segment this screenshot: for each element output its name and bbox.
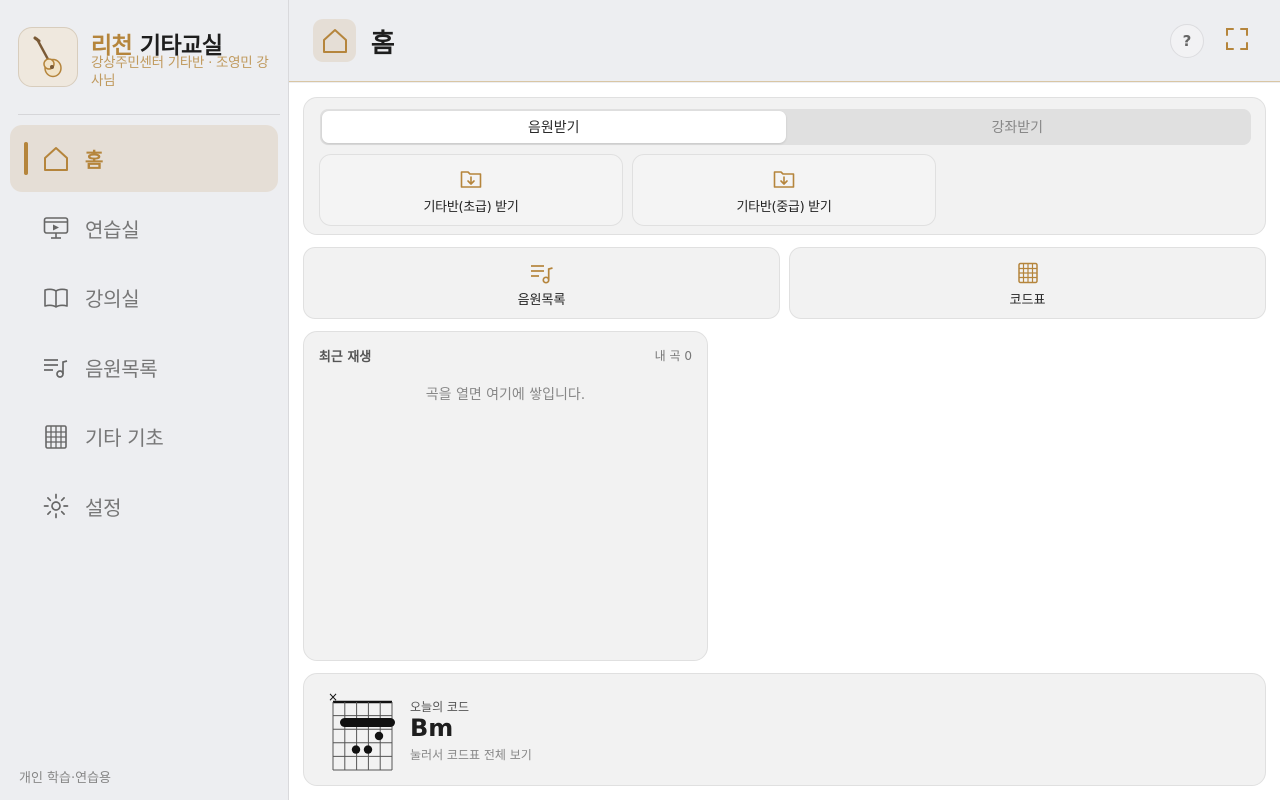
folder-download-icon (460, 169, 482, 193)
download-tabs: 음원받기 강좌받기 (320, 109, 1251, 145)
chord-of-the-day-card[interactable]: × 오늘의 코드 Bm 눌러서 코드표 전체 보기 (303, 673, 1266, 786)
download-intermediate-button[interactable]: 기타반(중급) 받기 (632, 154, 936, 226)
sidebar-divider (18, 114, 280, 115)
gear-icon (43, 493, 69, 519)
chord-name: Bm (410, 714, 454, 742)
sidebar-item-label: 음원목록 (85, 356, 158, 381)
header: 홈 ? (289, 0, 1280, 82)
chord-hint: 눌러서 코드표 전체 보기 (410, 748, 532, 762)
practice-screen-icon (43, 215, 69, 241)
sidebar-item-label: 강의실 (85, 287, 140, 311)
recent-empty-message: 곡을 열면 여기에 쌓입니다. (425, 387, 586, 403)
page-title: 홈 (371, 29, 395, 59)
sidebar-item-home[interactable]: 홈 (10, 125, 278, 192)
download-beginner-button[interactable]: 기타반(초급) 받기 (319, 154, 623, 226)
chord-chart-button[interactable]: 코드표 (789, 247, 1266, 319)
home-icon (313, 19, 356, 62)
music-list-button[interactable]: 음원목록 (303, 247, 780, 319)
recent-title: 최근 재생 (319, 350, 372, 365)
tab-lecture-download[interactable]: 강좌받기 (786, 111, 1250, 143)
sidebar-item-music-list[interactable]: 음원목록 (10, 334, 278, 401)
sidebar-item-lecture[interactable]: 강의실 (10, 264, 278, 331)
folder-download-icon (773, 169, 795, 193)
sidebar-item-label: 설정 (85, 495, 122, 520)
tab-audio-download[interactable]: 음원받기 (322, 111, 786, 143)
music-list-icon (530, 262, 554, 288)
grid-icon (1017, 262, 1039, 288)
music-list-icon (43, 354, 69, 380)
my-songs-count: 내 곡 0 (654, 349, 692, 363)
sidebar-nav: 홈 연습실 강의실 음원목록 기타 기초 설정 (10, 125, 278, 542)
download-button-label: 기타반(초급) 받기 (423, 200, 519, 215)
download-button-label: 기타반(중급) 받기 (736, 200, 832, 215)
brand: 리천 기타교실 강상주민센터 기타반 · 조영민 강사님 (18, 26, 280, 96)
grid-icon (43, 424, 69, 450)
sidebar: 리천 기타교실 강상주민센터 기타반 · 조영민 강사님 홈 연습실 강의실 음… (0, 0, 289, 800)
sidebar-item-practice[interactable]: 연습실 (10, 195, 278, 262)
guitar-logo-icon (18, 27, 78, 87)
chord-diagram: × (328, 690, 395, 771)
music-list-label: 음원목록 (517, 293, 566, 308)
home-icon (43, 146, 69, 172)
sidebar-item-settings[interactable]: 설정 (10, 473, 278, 540)
recent-played-card: 최근 재생 내 곡 0 곡을 열면 여기에 쌓입니다. (303, 331, 708, 661)
book-icon (43, 285, 69, 311)
sidebar-item-guitar-basics[interactable]: 기타 기초 (10, 403, 278, 470)
chord-chart-label: 코드표 (1009, 293, 1046, 308)
active-indicator (24, 142, 28, 175)
sidebar-item-label: 연습실 (85, 217, 140, 242)
sidebar-item-label: 기타 기초 (85, 426, 164, 450)
chord-caption: 오늘의 코드 (410, 700, 470, 714)
download-card: 음원받기 강좌받기 기타반(초급) 받기 기타반(중급) 받기 (303, 97, 1266, 235)
sidebar-footer: 개인 학습·연습용 (19, 771, 111, 786)
sidebar-item-label: 홈 (85, 148, 104, 172)
main-content: 음원받기 강좌받기 기타반(초급) 받기 기타반(중급) 받기 음원목록 코드표… (289, 83, 1280, 800)
app-subtitle: 강상주민센터 기타반 · 조영민 강사님 (91, 55, 269, 89)
fullscreen-icon (1226, 28, 1248, 54)
fullscreen-button[interactable] (1222, 26, 1252, 56)
help-button[interactable]: ? (1170, 24, 1204, 58)
